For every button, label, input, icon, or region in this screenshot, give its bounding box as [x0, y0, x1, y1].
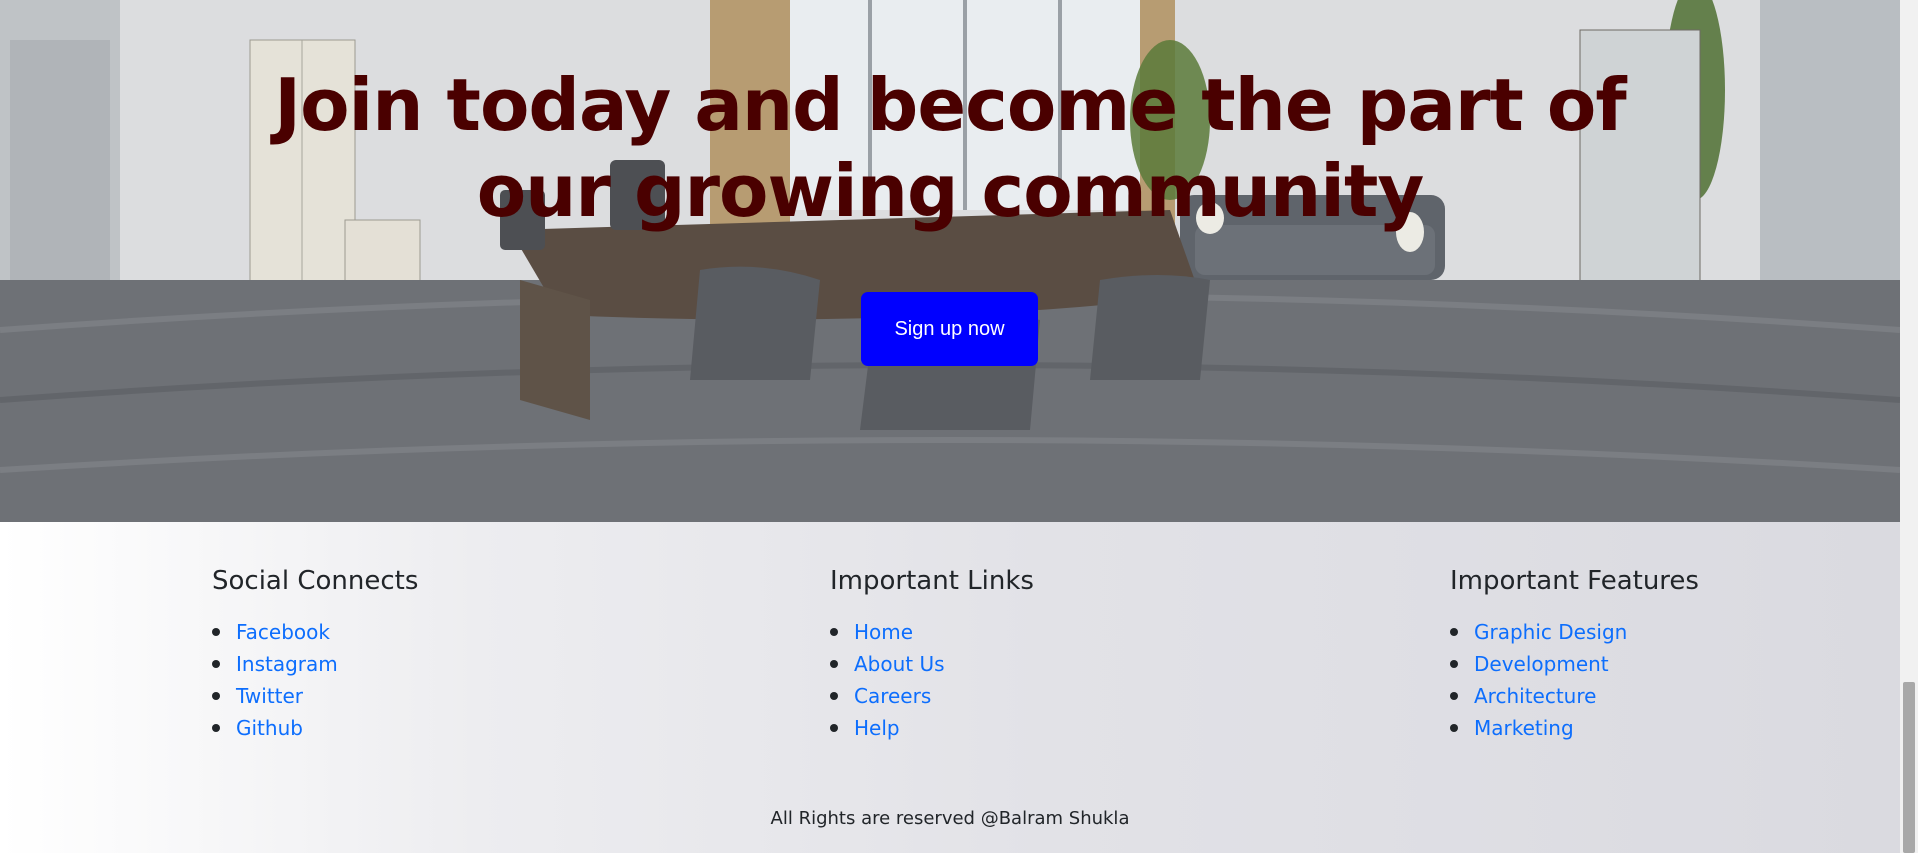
list-item: Development: [1450, 648, 1699, 680]
graphic-design-link[interactable]: Graphic Design: [1474, 620, 1627, 644]
list-item: Architecture: [1450, 680, 1699, 712]
development-link[interactable]: Development: [1474, 652, 1609, 676]
list-item: About Us: [830, 648, 1034, 680]
list-item: Github: [211, 712, 418, 744]
list-item: Graphic Design: [1450, 616, 1699, 648]
copyright-text: All Rights are reserved @Balram Shukla: [770, 808, 1130, 829]
footer-column-social: Social Connects Facebook Instagram Twitt…: [211, 566, 419, 744]
list-item: Marketing: [1450, 712, 1699, 744]
list-item: Help: [830, 712, 1034, 744]
hero-title: Join today and become the part of our gr…: [274, 63, 1626, 233]
footer-column-links: Important Links Home About Us Careers He…: [830, 566, 1034, 744]
footer-column-features: Important Features Graphic Design Develo…: [1450, 566, 1699, 744]
list-item: Instagram: [211, 648, 418, 680]
features-list: Graphic Design Development Architecture …: [1450, 616, 1699, 744]
footer-heading-social: Social Connects: [212, 566, 419, 596]
footer-heading-features: Important Features: [1450, 566, 1699, 596]
list-item: Home: [830, 616, 1034, 648]
twitter-link[interactable]: Twitter: [236, 684, 303, 708]
footer: Social Connects Facebook Instagram Twitt…: [0, 522, 1900, 853]
instagram-link[interactable]: Instagram: [236, 652, 338, 676]
marketing-link[interactable]: Marketing: [1474, 716, 1574, 740]
vertical-scrollbar[interactable]: [1900, 0, 1918, 853]
help-link[interactable]: Help: [854, 716, 900, 740]
hero-section: Join today and become the part of our gr…: [0, 0, 1900, 522]
list-item: Facebook: [211, 616, 418, 648]
home-link[interactable]: Home: [854, 620, 913, 644]
about-us-link[interactable]: About Us: [854, 652, 945, 676]
important-links-list: Home About Us Careers Help: [830, 616, 1034, 744]
github-link[interactable]: Github: [236, 716, 303, 740]
scrollbar-thumb[interactable]: [1903, 682, 1915, 853]
architecture-link[interactable]: Architecture: [1474, 684, 1596, 708]
list-item: Twitter: [211, 680, 418, 712]
careers-link[interactable]: Careers: [854, 684, 931, 708]
signup-button[interactable]: Sign up now: [861, 292, 1038, 366]
list-item: Careers: [830, 680, 1034, 712]
facebook-link[interactable]: Facebook: [236, 620, 330, 644]
social-links-list: Facebook Instagram Twitter Github: [211, 616, 418, 744]
footer-heading-links: Important Links: [830, 566, 1034, 596]
